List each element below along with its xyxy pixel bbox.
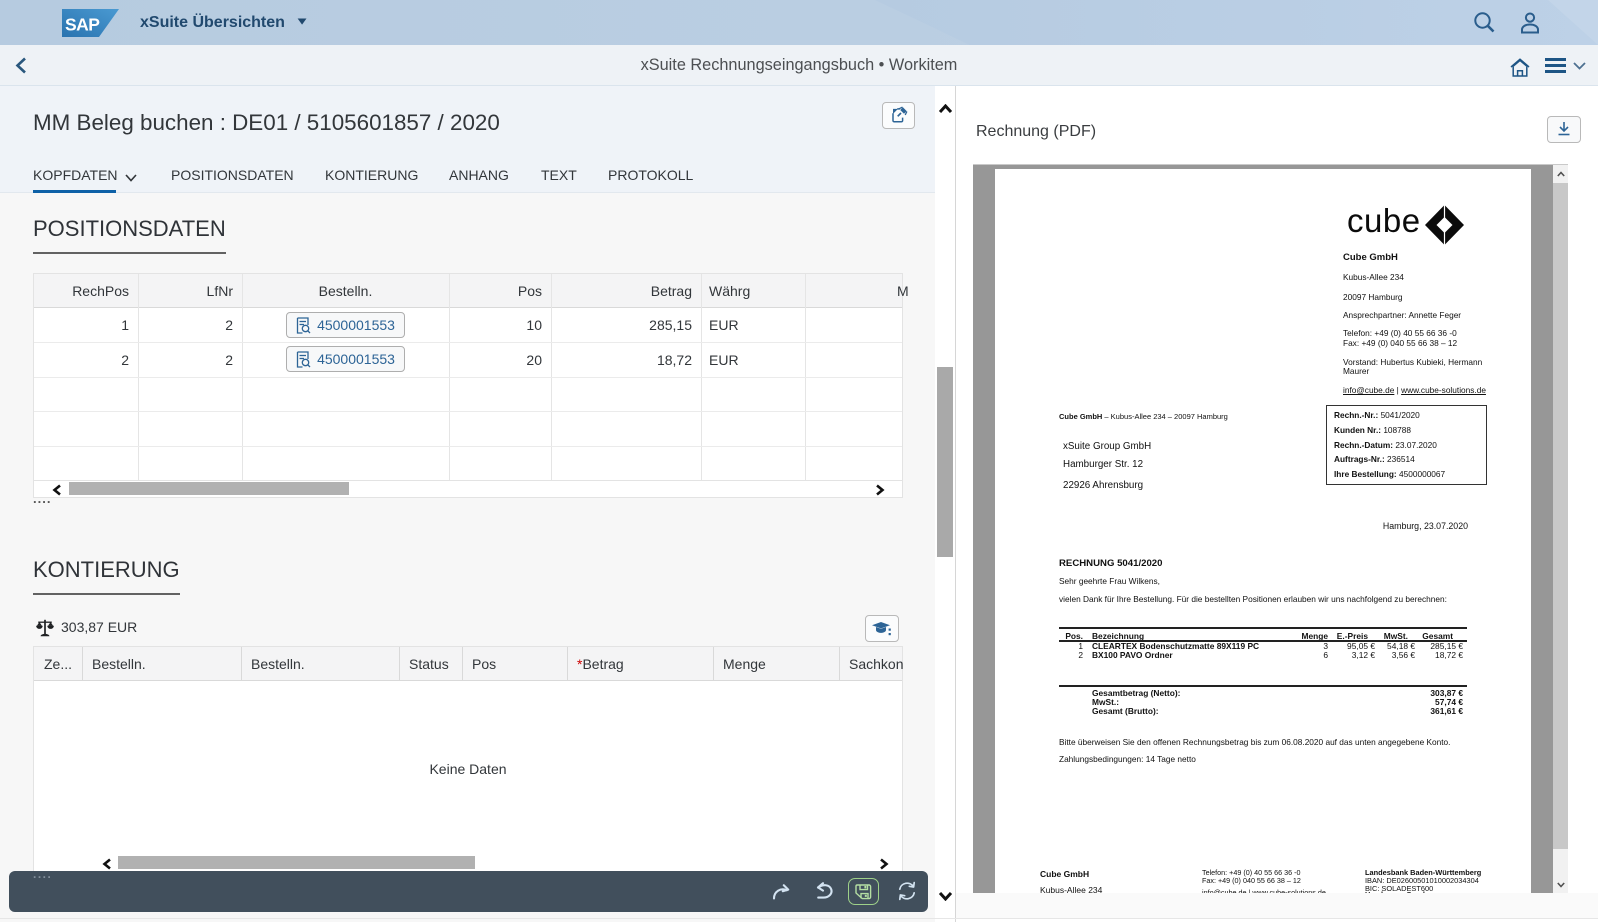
svg-text:SAP: SAP (65, 15, 100, 35)
